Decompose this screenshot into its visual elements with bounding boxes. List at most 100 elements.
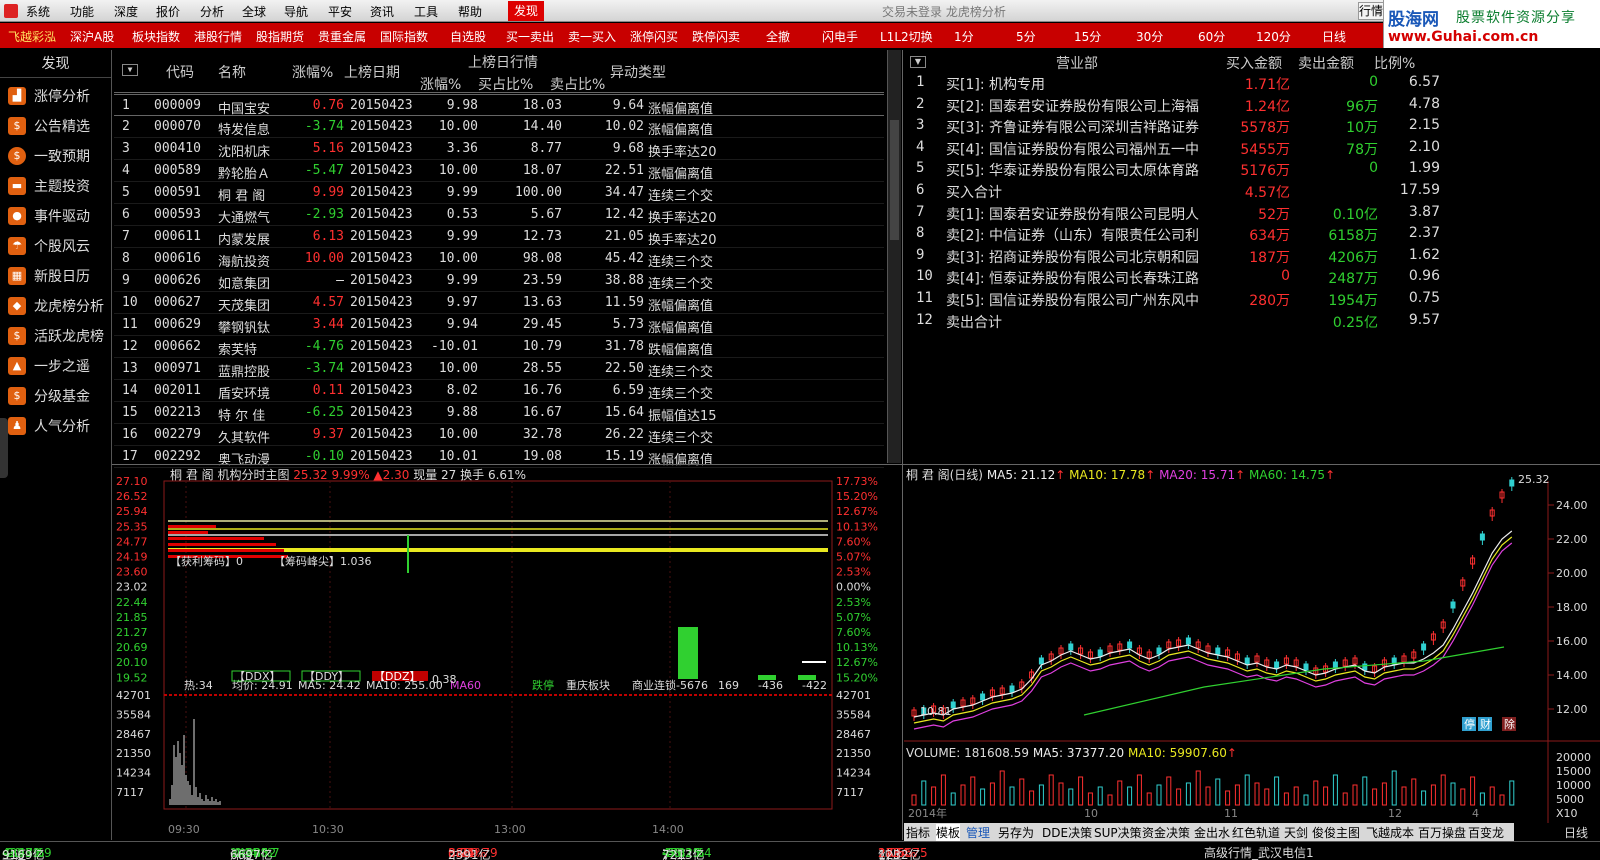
col-buy-header[interactable]: 买占比% xyxy=(478,74,533,94)
toolbar-item[interactable]: 买一卖出 xyxy=(506,28,554,45)
table-row[interactable]: 16 002279 久其软件 9.37 20150423 10.00 32.78 26.22 连… xyxy=(114,424,884,446)
table-row[interactable]: 10 000627 天茂集团 4.57 20150423 9.97 13.63 11.59 涨幅… xyxy=(114,292,884,314)
tab-main[interactable]: 俊俊主图 xyxy=(1312,824,1360,841)
toolbar-item[interactable]: 板块指数 xyxy=(132,28,180,45)
sidebar-item-theme[interactable]: ▬ 主题投资 xyxy=(8,176,90,196)
table-row[interactable]: 7 000611 内蒙发展 6.13 20150423 9.99 12.73 21.05 换手率… xyxy=(114,226,884,248)
sidebar-item-notice[interactable]: $ 公告精选 xyxy=(8,116,90,136)
broker-row[interactable]: 8 卖[2]: 中信证券（山东）有限责任公司利 634万 6158万 2.37 xyxy=(904,223,1440,245)
menu-quote[interactable]: 报价 xyxy=(156,3,180,20)
col-date-header[interactable]: 上榜日期 xyxy=(344,62,400,82)
toolbar-item[interactable]: 国际指数 xyxy=(380,28,428,45)
toolbar-item[interactable]: 自选股 xyxy=(450,28,486,45)
toolbar-item[interactable]: 飞越彩泓 xyxy=(8,28,56,45)
broker-row[interactable]: 12 卖出合计 0.25亿 9.57 xyxy=(904,310,1440,332)
table-row[interactable]: 4 000589 黔轮胎Ａ -5.47 20150423 10.00 18.07 22.51 涨… xyxy=(114,160,884,182)
table-row[interactable]: 15 002213 特 尔 佳 -6.25 20150423 9.88 16.67 15.64… xyxy=(114,402,884,424)
intraday-chart[interactable]: 27.10 17.73% 26.52 15.20% 25.94 12.67% 25.35 10… xyxy=(112,465,902,841)
table-row[interactable]: 9 000626 如意集团 –20150423 9.99 23.59 38.88 连续三个交 xyxy=(114,270,884,292)
col-name-header[interactable]: 名称 xyxy=(218,62,246,82)
broker-row[interactable]: 10 卖[4]: 恒泰证券股份有限公司长春珠江路 0 2487万 0.96 xyxy=(904,266,1440,288)
tab-save-as[interactable]: 另存为 xyxy=(998,824,1034,841)
broker-ratio-header[interactable]: 比例% xyxy=(1374,53,1415,73)
connection-status[interactable]: 高级行情_武汉电信1 xyxy=(1204,844,1314,860)
tab-template[interactable]: 模板 xyxy=(936,824,961,841)
table-row[interactable]: 6 000593 大通燃气 -2.93 20150423 0.53 5.67 12.42 换手率… xyxy=(114,204,884,226)
tab-dde[interactable]: DDE决策 xyxy=(1042,824,1092,841)
table-row[interactable]: 12 000662 索芙特 -4.76 20150423 -10.01 10.79 31.78… xyxy=(114,336,884,358)
toolbar-item[interactable]: 港股行情 xyxy=(194,28,242,45)
menu-global[interactable]: 全球 xyxy=(242,3,266,20)
sidebar-item-consensus[interactable]: $ 一致预期 xyxy=(8,146,90,166)
toolbar-item[interactable]: 60分 xyxy=(1198,28,1225,45)
broker-row[interactable]: 2 买[2]: 国泰君安证券股份有限公司上海福 1.24亿 96万 4.78 xyxy=(904,94,1440,116)
broker-row[interactable]: 11 卖[5]: 国信证券股份有限公司广州东风中 280万 1954万 0.75 xyxy=(904,288,1440,310)
tab-trading[interactable]: 百万操盘 xyxy=(1418,824,1466,841)
toolbar-item[interactable]: 贵重金属 xyxy=(318,28,366,45)
toolbar-item[interactable]: 120分 xyxy=(1256,28,1291,45)
toolbar-item[interactable]: 跌停闪卖 xyxy=(692,28,740,45)
menu-system[interactable]: 系统 xyxy=(26,3,50,20)
period-selector[interactable]: 日线 xyxy=(1540,823,1600,841)
toolbar-item[interactable]: 深沪A股 xyxy=(70,28,114,45)
tab-gold[interactable]: 金出水 xyxy=(1194,824,1230,841)
broker-row[interactable]: 4 买[4]: 国信证券股份有限公司福州五一中 5455万 78万 2.10 xyxy=(904,137,1440,159)
table-row[interactable]: 2 000070 特发信息 -3.74 20150423 10.00 14.40 10.02 涨… xyxy=(114,116,884,138)
sidebar-item-popularity[interactable]: ♟ 人气分析 xyxy=(8,416,90,436)
toolbar-item[interactable]: 15分 xyxy=(1074,28,1101,45)
col-sell-header[interactable]: 卖占比% xyxy=(550,74,605,94)
broker-row[interactable]: 7 卖[1]: 国泰君安证券股份有限公司昆明人 52万 0.10亿 3.87 xyxy=(904,202,1440,224)
toolbar-item[interactable]: 日线 xyxy=(1322,28,1346,45)
menu-navigate[interactable]: 导航 xyxy=(284,3,308,20)
col-pct-header[interactable]: 涨幅% xyxy=(292,62,333,82)
broker-row[interactable]: 6 买入合计 4.57亿 17.59 xyxy=(904,180,1440,202)
sidebar-item-event[interactable]: ● 事件驱动 xyxy=(8,206,90,226)
menu-news[interactable]: 资讯 xyxy=(370,3,394,20)
broker-row[interactable]: 9 卖[3]: 招商证券股份有限公司北京朝和园 187万 4206万 1.62 xyxy=(904,245,1440,267)
menu-function[interactable]: 功能 xyxy=(70,3,94,20)
broker-row[interactable]: 1 买[1]: 机构专用 1.71亿 0 6.57 xyxy=(904,72,1440,94)
menu-tools[interactable]: 工具 xyxy=(414,3,438,20)
table-row[interactable]: 5 000591 桐 君 阁 9.99 20150423 9.99 100.00 34.47 连… xyxy=(114,182,884,204)
broker-name-header[interactable]: 营业部 xyxy=(1056,53,1098,73)
tab-fund[interactable]: 资金决策 xyxy=(1142,824,1190,841)
table-row[interactable]: 1 000009 中国宝安 0.76 20150423 9.98 18.03 9.64 涨幅偏离… xyxy=(114,94,884,117)
broker-sell-header[interactable]: 卖出金额 xyxy=(1298,53,1354,73)
mode-button[interactable]: 行情 xyxy=(1358,2,1384,20)
toolbar-item[interactable]: 股指期货 xyxy=(256,28,304,45)
sidebar-collapse-icon[interactable] xyxy=(0,418,8,478)
toolbar-item[interactable]: 1分 xyxy=(954,28,974,45)
tab-red-track[interactable]: 红色轨道 xyxy=(1232,824,1280,841)
broker-row[interactable]: 5 买[5]: 华泰证券股份有限公司太原体育路 5176万 0 1.99 xyxy=(904,158,1440,180)
sidebar-item-stock[interactable]: ☂ 个股风云 xyxy=(8,236,90,256)
broker-row[interactable]: 3 买[3]: 齐鲁证券有限公司深圳吉祥路证券 5578万 10万 2.15 xyxy=(904,115,1440,137)
sidebar-item-ipo[interactable]: ▦ 新股日历 xyxy=(8,266,90,286)
kline-chart[interactable]: 24.00 22.00 20.00 18.00 16.00 14.00 12.00 20000… xyxy=(904,465,1600,823)
menu-help[interactable]: 帮助 xyxy=(458,3,482,20)
toolbar-item[interactable]: 卖一买入 xyxy=(568,28,616,45)
table-row[interactable]: 14 002011 盾安环境 0.11 20150423 8.02 16.76 6.59 连续三… xyxy=(114,380,884,402)
toolbar-item[interactable]: 涨停闪买 xyxy=(630,28,678,45)
toolbar-item[interactable]: 5分 xyxy=(1016,28,1036,45)
tab-indicator[interactable]: 指标 xyxy=(906,824,930,841)
sidebar-item-active-tiger[interactable]: $ 活跃龙虎榜 xyxy=(8,326,104,346)
list-dropdown-icon[interactable]: ▼ xyxy=(122,64,138,76)
toolbar-item[interactable]: L1L2切换 xyxy=(880,28,933,45)
sidebar-item-fund[interactable]: $ 分级基金 xyxy=(8,386,90,406)
col-code-header[interactable]: 代码 xyxy=(166,62,194,82)
tab-sup[interactable]: SUP决策 xyxy=(1094,824,1142,841)
menu-discover[interactable]: 发现 xyxy=(508,1,545,21)
scrollbar-thumb[interactable] xyxy=(890,120,899,240)
toolbar-item[interactable]: 闪电手 xyxy=(822,28,858,45)
table-row[interactable]: 8 000616 海航投资 10.00 20150423 10.00 98.08 45.42 连… xyxy=(114,248,884,270)
broker-dropdown-icon[interactable]: ▼ xyxy=(910,56,926,68)
toolbar-item[interactable]: 30分 xyxy=(1136,28,1163,45)
table-row[interactable]: 13 000971 蓝鼎控股 -3.74 20150423 10.00 28.55 22.50… xyxy=(114,358,884,380)
toolbar-item[interactable]: 全撤 xyxy=(766,28,790,45)
tab-cost[interactable]: 飞越成本 xyxy=(1366,824,1414,841)
sidebar-item-onestep[interactable]: ▲ 一步之遥 xyxy=(8,356,90,376)
sidebar-item-limitup[interactable]: ▟ 涨停分析 xyxy=(8,86,90,106)
broker-buy-header[interactable]: 买入金额 xyxy=(1226,53,1282,73)
menu-pingan[interactable]: 平安 xyxy=(328,3,352,20)
tab-dragon[interactable]: 百变龙 xyxy=(1468,824,1504,841)
